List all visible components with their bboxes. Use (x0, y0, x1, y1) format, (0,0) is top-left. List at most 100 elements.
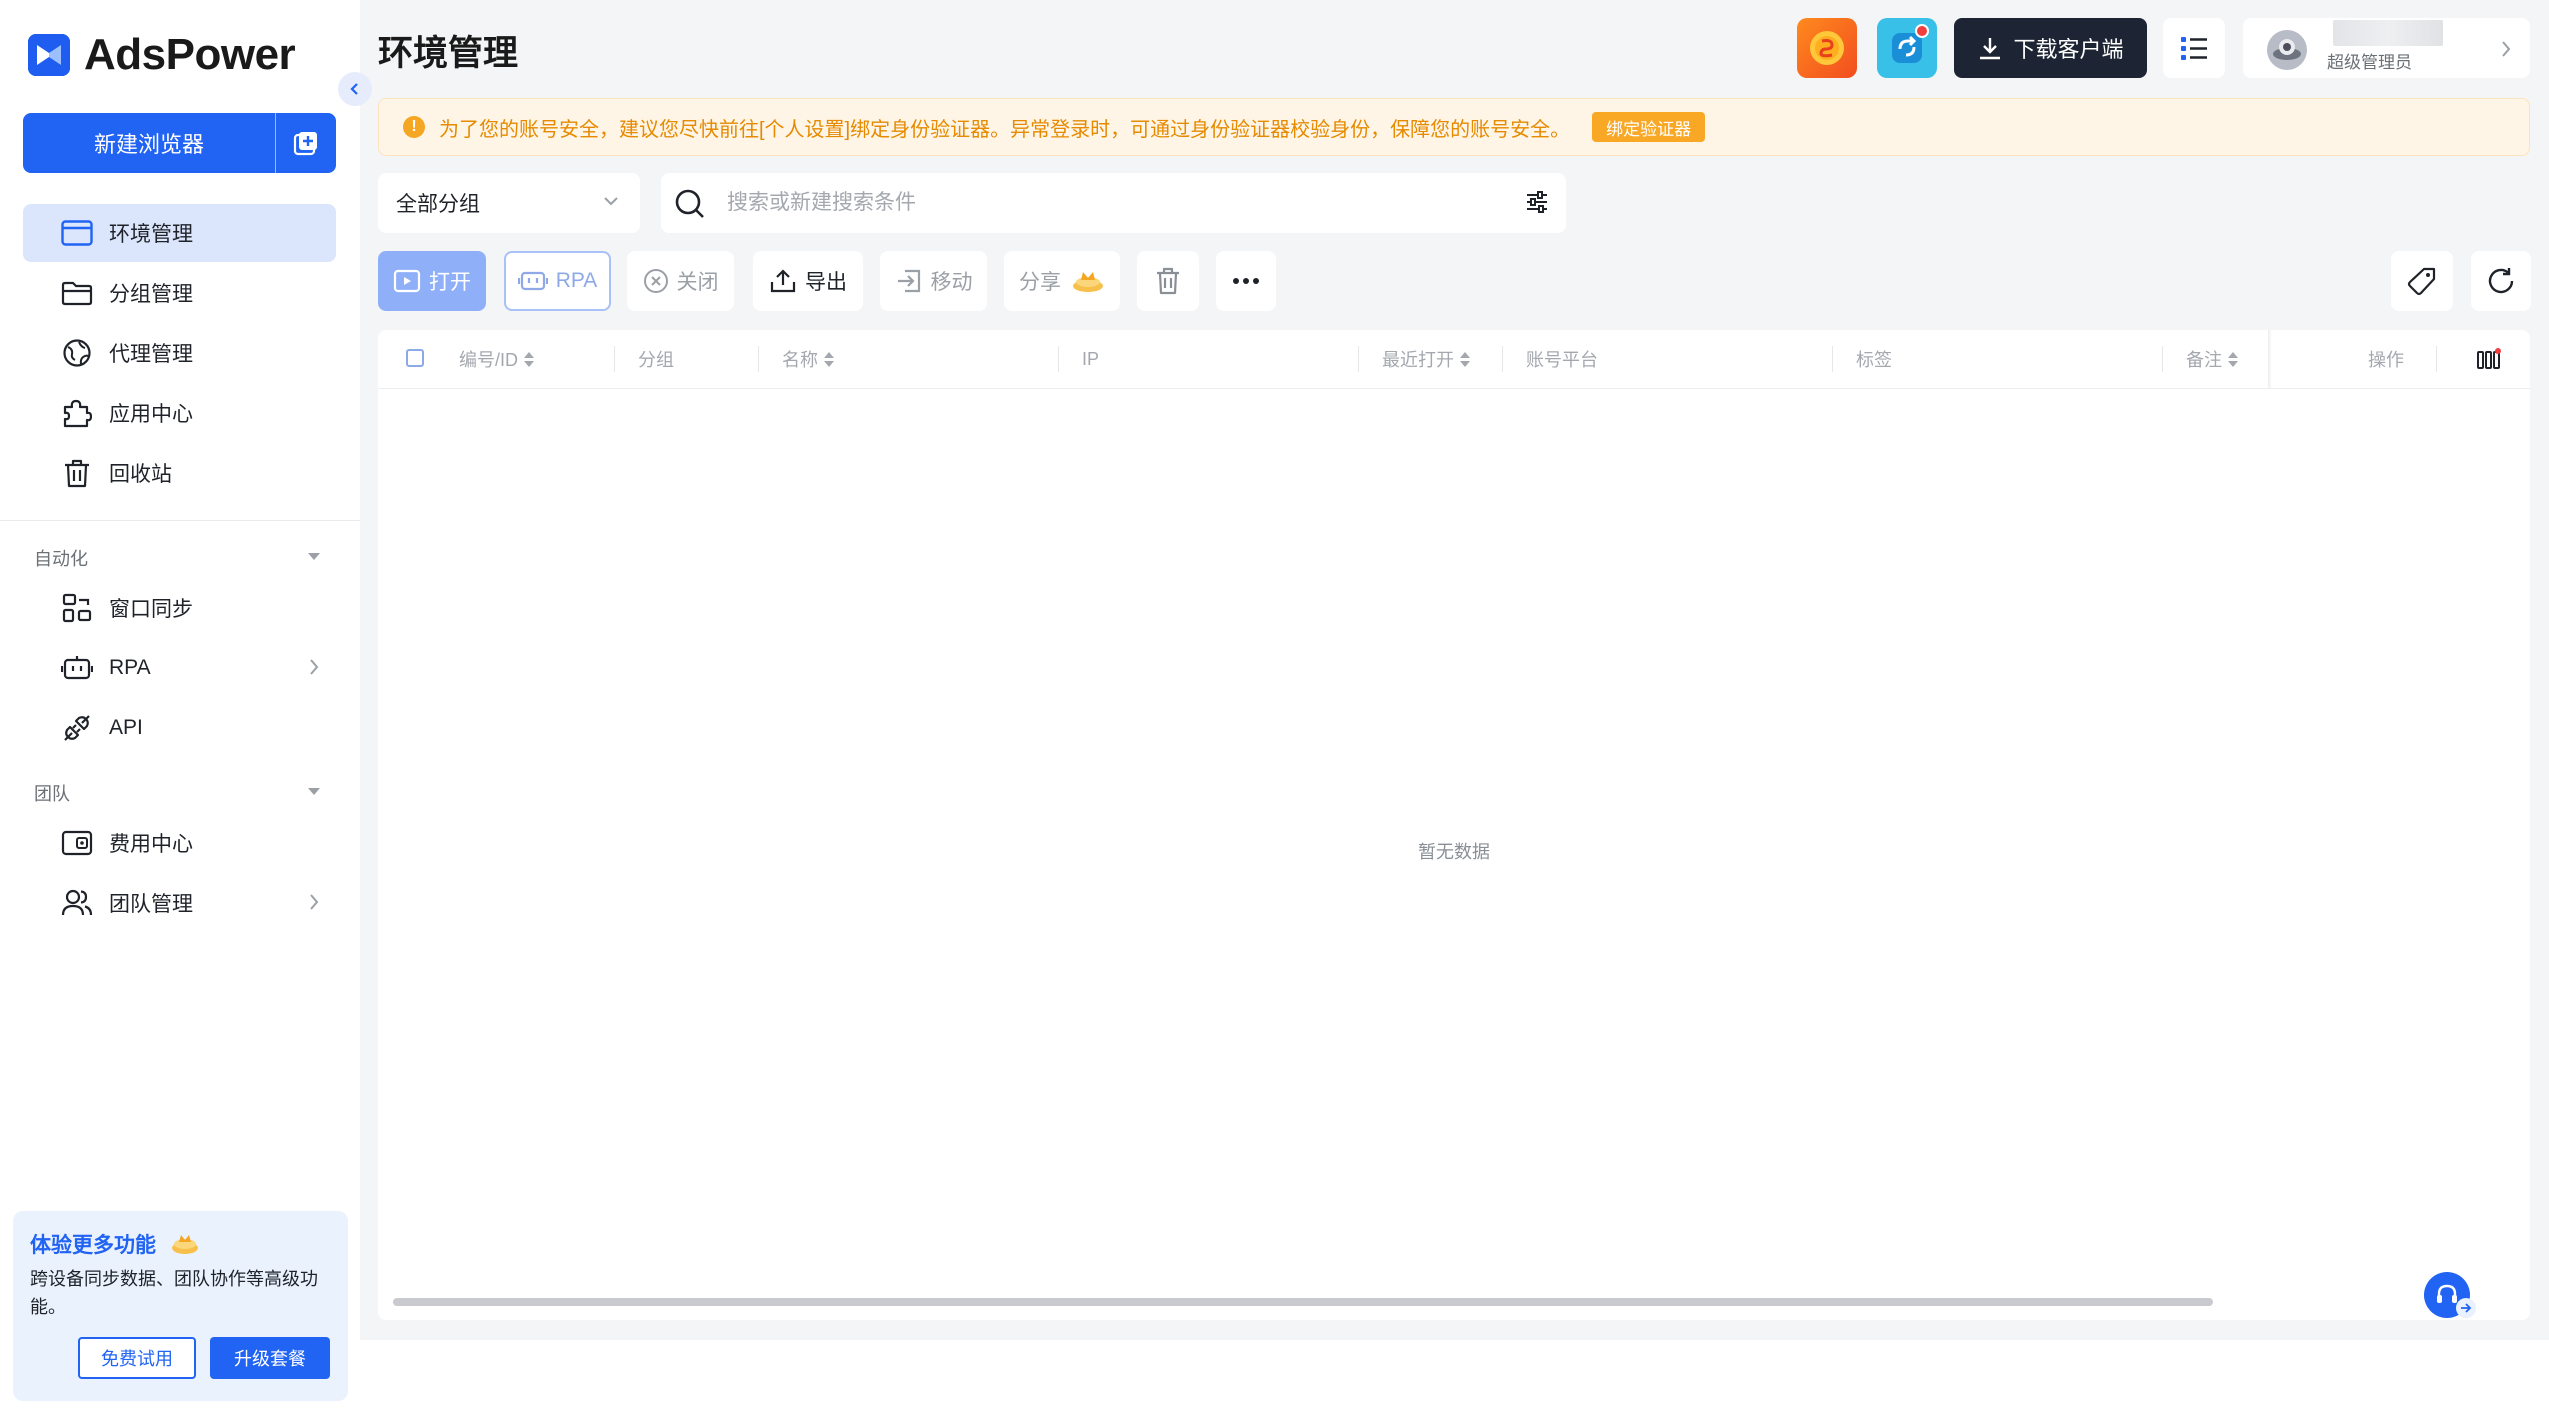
empty-state-text: 暂无数据 (1418, 842, 1490, 862)
notification-dot (1915, 24, 1929, 38)
close-circle-icon (643, 269, 668, 293)
sidebar-item-billing[interactable]: 费用中心 (23, 814, 336, 872)
sort-icon[interactable] (824, 351, 834, 367)
user-menu[interactable]: 超级管理员 (2243, 18, 2530, 78)
task-list-button[interactable] (2163, 18, 2225, 78)
sort-icon[interactable] (1460, 351, 1470, 367)
sidebar-item-proxy[interactable]: 代理管理 (23, 324, 336, 382)
more-actions-button[interactable] (1216, 251, 1276, 311)
brand-name: AdsPower (84, 30, 296, 79)
open-button[interactable]: 打开 (378, 251, 486, 311)
search-input[interactable] (725, 185, 1489, 221)
footer-area (360, 1340, 2549, 1412)
add-square-icon (293, 132, 317, 156)
column-settings-button[interactable] (2476, 330, 2502, 388)
column-separator (1502, 346, 1503, 372)
adspower-logo-icon (28, 34, 70, 76)
brand-logo[interactable]: AdsPower (28, 30, 296, 80)
sidebar-item-apps[interactable]: 应用中心 (23, 384, 336, 442)
new-browser-button[interactable]: 新建浏览器 (23, 113, 336, 173)
warning-icon: ! (403, 116, 425, 138)
search-box[interactable] (661, 173, 1566, 233)
tag-manager-button[interactable] (2391, 251, 2453, 311)
play-window-icon (393, 269, 421, 293)
collapse-sidebar-button[interactable] (338, 72, 372, 106)
refresh-button[interactable] (2471, 251, 2531, 311)
sidebar-item-label: 应用中心 (109, 403, 193, 426)
window-sync-icon (59, 590, 95, 626)
column-last-open[interactable]: 最近打开 (1382, 330, 1470, 388)
coin-promo-button[interactable] (1797, 18, 1857, 78)
sidebar-item-label: API (109, 716, 143, 739)
group-select-value: 全部分组 (396, 193, 480, 216)
delete-button[interactable] (1137, 251, 1199, 311)
filter-settings-icon[interactable] (1524, 189, 1550, 215)
plug-icon (59, 710, 95, 746)
robot-icon (517, 271, 548, 291)
trash-icon (59, 455, 95, 491)
close-browser-button[interactable]: 关闭 (627, 251, 734, 311)
puzzle-icon (59, 395, 95, 431)
column-name[interactable]: 名称 (782, 330, 834, 388)
sort-icon[interactable] (524, 351, 535, 367)
group-select[interactable]: 全部分组 (378, 173, 640, 233)
browser-window-icon (59, 215, 95, 251)
chevron-right-icon (310, 659, 319, 675)
free-trial-button[interactable]: 免费试用 (78, 1337, 196, 1379)
bind-authenticator-button[interactable]: 绑定验证器 (1592, 112, 1706, 142)
sidebar-item-groups[interactable]: 分组管理 (23, 264, 336, 322)
column-notes[interactable]: 备注 (2186, 330, 2238, 388)
user-name-redacted (2333, 20, 2443, 46)
sidebar-item-trash[interactable]: 回收站 (23, 444, 336, 502)
chevron-left-icon (350, 83, 358, 95)
new-browser-label[interactable]: 新建浏览器 (23, 113, 275, 173)
sidebar-item-api[interactable]: API (23, 699, 336, 757)
sort-icon[interactable] (2228, 351, 2238, 367)
section-team: 团队 (34, 784, 70, 804)
crown-coin-icon (1073, 272, 1103, 292)
alert-text: 为了您的账号安全，建议您尽快前往[个人设置]绑定身份验证器。异常登录时，可通过身… (439, 118, 1571, 141)
wallet-icon (59, 825, 95, 861)
arrow-right-icon (2461, 1303, 2472, 1313)
select-all-checkbox[interactable] (406, 349, 424, 367)
column-actions: 操作 (2368, 350, 2404, 370)
crown-coin-icon (171, 1235, 198, 1254)
promo-description: 跨设备同步数据、团队协作等高级功能。 (30, 1269, 318, 1317)
tag-icon (2407, 267, 2436, 296)
proxy-globe-icon (59, 335, 95, 371)
column-separator (1832, 346, 1833, 372)
column-separator (758, 346, 759, 372)
export-button[interactable]: 导出 (753, 251, 863, 311)
users-icon (59, 885, 95, 921)
horizontal-scrollbar[interactable] (393, 1298, 2213, 1306)
rpa-button[interactable]: RPA (504, 251, 611, 311)
trash-icon (1157, 267, 1179, 295)
sidebar-item-label: 费用中心 (109, 833, 193, 856)
move-button[interactable]: 移动 (880, 251, 987, 311)
sidebar-item-team[interactable]: 团队管理 (23, 874, 336, 932)
security-alert-banner: ! 为了您的账号安全，建议您尽快前往[个人设置]绑定身份验证器。异常登录时，可通… (378, 98, 2530, 156)
sidebar-item-label: 窗口同步 (109, 598, 193, 621)
profiles-table: 编号/ID 分组 名称 IP 最近打开 账号平台 标签 备注 操作 暂无数据 (378, 330, 2530, 1320)
more-dots-icon (1233, 278, 1259, 284)
column-id[interactable]: 编号/ID (459, 330, 535, 388)
move-icon (897, 269, 920, 293)
sidebar: AdsPower 新建浏览器 环境管理 分组管理 代理管理 应用中心 回收站 自… (0, 0, 360, 1412)
section-automation: 自动化 (34, 549, 88, 569)
download-client-label: 下载客户端 (2013, 37, 2124, 62)
promo-title: 体验更多功能 (30, 1229, 200, 1259)
sidebar-item-rpa[interactable]: RPA (23, 639, 336, 697)
sidebar-item-env[interactable]: 环境管理 (23, 204, 336, 262)
upgrade-plan-button[interactable]: 升级套餐 (210, 1337, 330, 1379)
sync-app-button[interactable] (1877, 18, 1937, 78)
download-client-button[interactable]: 下载客户端 (1954, 18, 2147, 78)
column-settings-icon (2477, 348, 2501, 369)
batch-add-button[interactable] (275, 113, 336, 173)
caret-down-icon[interactable] (308, 553, 320, 560)
sidebar-item-label: RPA (109, 656, 151, 679)
sidebar-item-window-sync[interactable]: 窗口同步 (23, 579, 336, 637)
sidebar-item-label: 代理管理 (109, 343, 193, 366)
share-button[interactable]: 分享 (1004, 251, 1120, 311)
sidebar-item-label: 回收站 (109, 463, 172, 486)
caret-down-icon[interactable] (308, 788, 320, 795)
